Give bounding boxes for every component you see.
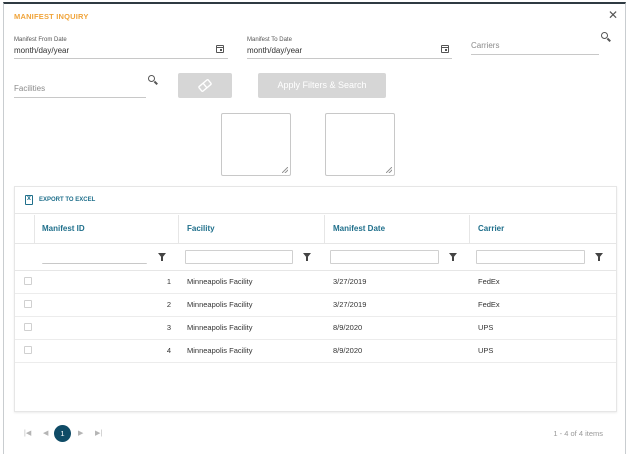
export-to-excel-label: EXPORT TO EXCEL [39, 197, 96, 203]
next-page-icon[interactable]: ▶ [78, 429, 83, 437]
facility-cell: Minneapolis Facility [187, 300, 253, 309]
grid-header: Manifest ID Facility Manifest Date Carri… [15, 215, 616, 244]
column-header-manifest-date[interactable]: Manifest Date [333, 215, 385, 243]
facility-cell: Minneapolis Facility [187, 346, 253, 355]
last-page-icon[interactable]: ▶| [95, 429, 102, 437]
table-row[interactable]: 4 Minneapolis Facility 8/9/2020 UPS [15, 339, 616, 363]
from-date-label: Manifest From Date [14, 37, 67, 43]
manifest-date-cell: 8/9/2020 [333, 346, 363, 355]
facility-filter-input[interactable] [185, 250, 293, 264]
apply-filters-search-button[interactable]: Apply Filters & Search [258, 73, 386, 98]
excel-icon [25, 195, 33, 205]
manifest-id-cell: 2 [166, 300, 171, 309]
close-icon[interactable]: ✕ [608, 9, 618, 21]
selected-carriers-textarea[interactable] [325, 113, 395, 176]
search-icon[interactable] [148, 75, 155, 82]
carrier-cell: UPS [478, 323, 494, 332]
to-date-label: Manifest To Date [247, 37, 292, 43]
from-date-underline [14, 58, 228, 59]
previous-page-icon[interactable]: ◀ [43, 429, 48, 437]
grid-pager: |◀ ◀ 1 ▶ ▶| 1 - 4 of 4 items [14, 424, 617, 444]
table-row[interactable]: 1 Minneapolis Facility 3/27/2019 FedEx [15, 270, 616, 294]
row-checkbox[interactable] [24, 323, 32, 331]
facility-cell: Minneapolis Facility [187, 323, 253, 332]
row-checkbox[interactable] [24, 346, 32, 354]
to-date-underline [247, 58, 452, 59]
facility-cell: Minneapolis Facility [187, 277, 253, 286]
calendar-icon[interactable] [216, 45, 224, 53]
page-button-current[interactable]: 1 [54, 425, 71, 442]
manifest-id-cell: 4 [166, 346, 171, 355]
resize-handle-icon[interactable] [282, 167, 288, 173]
manifest-date-cell: 3/27/2019 [333, 300, 367, 309]
carriers-placeholder[interactable]: Carriers [471, 41, 499, 50]
filter-icon[interactable] [158, 253, 166, 261]
manifest-date-cell: 3/27/2019 [333, 277, 367, 286]
dialog-title: MANIFEST INQUIRY [14, 12, 89, 21]
column-header-facility[interactable]: Facility [187, 215, 215, 243]
facilities-placeholder[interactable]: Facilities [14, 84, 45, 93]
manifest-id-filter-input[interactable] [42, 250, 147, 264]
manifest-id-cell: 1 [166, 277, 171, 286]
column-header-manifest-id[interactable]: Manifest ID [42, 215, 85, 243]
filter-row [15, 244, 616, 271]
eraser-icon [198, 79, 212, 92]
carriers-underline [471, 54, 599, 55]
selected-facilities-textarea[interactable] [221, 113, 291, 176]
carrier-cell: FedEx [478, 300, 500, 309]
clear-filters-button[interactable] [178, 73, 232, 98]
from-date-value[interactable]: month/day/year [14, 46, 69, 55]
resize-handle-icon[interactable] [386, 167, 392, 173]
row-checkbox[interactable] [24, 300, 32, 308]
table-row[interactable]: 3 Minneapolis Facility 8/9/2020 UPS [15, 316, 616, 340]
manifest-grid: EXPORT TO EXCEL Manifest ID Facility Man… [14, 186, 617, 412]
filter-icon[interactable] [449, 253, 457, 261]
column-divider [469, 215, 470, 243]
search-icon[interactable] [601, 32, 608, 39]
calendar-icon[interactable] [441, 45, 449, 53]
filter-icon[interactable] [595, 253, 603, 261]
carrier-filter-input[interactable] [476, 250, 585, 264]
row-checkbox[interactable] [24, 277, 32, 285]
filter-icon[interactable] [303, 253, 311, 261]
carrier-cell: UPS [478, 346, 494, 355]
grid-toolbar: EXPORT TO EXCEL [15, 187, 616, 214]
column-header-carrier[interactable]: Carrier [478, 215, 504, 243]
manifest-date-cell: 8/9/2020 [333, 323, 363, 332]
first-page-icon[interactable]: |◀ [24, 429, 31, 437]
manifest-id-cell: 3 [166, 323, 171, 332]
column-divider [324, 215, 325, 243]
pager-info: 1 - 4 of 4 items [553, 429, 603, 438]
manifest-date-filter-input[interactable] [330, 250, 439, 264]
column-divider [178, 215, 179, 243]
facilities-underline [14, 97, 146, 98]
carrier-cell: FedEx [478, 277, 500, 286]
table-row[interactable]: 2 Minneapolis Facility 3/27/2019 FedEx [15, 293, 616, 317]
column-divider [34, 215, 35, 243]
to-date-value[interactable]: month/day/year [247, 46, 302, 55]
